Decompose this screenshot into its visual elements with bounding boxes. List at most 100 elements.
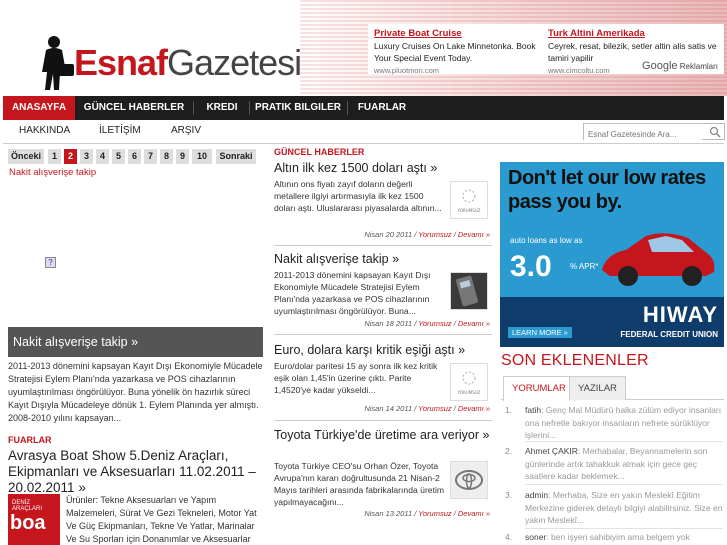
featured-link[interactable]: Nakit alışverişe takip: [9, 167, 96, 178]
pagination-page[interactable]: 6: [128, 149, 141, 164]
subnav-item-hakkinda[interactable]: HAKKINDA: [19, 125, 70, 136]
pagination-page[interactable]: 10: [192, 149, 212, 164]
search-input[interactable]: [584, 127, 702, 142]
article-date: Nisan 14 2011: [364, 404, 413, 413]
site-logo[interactable]: EsnafGazetesi: [22, 30, 302, 94]
comment-author[interactable]: soner: [525, 532, 546, 542]
comment-item: 2. Ahmet ÇAKIR: Merhabalar, Beyannameler…: [505, 445, 723, 483]
nav-item-guncel-haberler[interactable]: GÜNCEL HABERLER: [81, 96, 187, 120]
broken-image-icon: ?: [45, 257, 56, 268]
post-title[interactable]: Avrasya Boat Show 5.Deniz Araçları, Ekip…: [8, 448, 266, 496]
ad-item[interactable]: Private Boat Cruise Luxury Cruises On La…: [374, 28, 544, 77]
featured-title[interactable]: Nakit alışverişe takip »: [8, 327, 263, 357]
pagination-page[interactable]: 4: [96, 149, 109, 164]
article-thumbnail[interactable]: YORUMSUZ: [450, 363, 488, 401]
man-with-bag-icon: [42, 36, 74, 90]
divider: [525, 441, 723, 442]
recent-heading: SON EKLENENLER: [501, 352, 649, 369]
comment-text[interactable]: : Genç Mal Müdürü halka zülüm ediyor ins…: [525, 405, 721, 440]
read-more-link[interactable]: Devamı »: [458, 230, 490, 239]
comment-author[interactable]: admin: [525, 490, 548, 500]
comments-link[interactable]: Yorumsuz: [418, 230, 451, 239]
subnav-item-iletisim[interactable]: İLETİŞİM: [99, 125, 141, 136]
post-excerpt: Ürünler: Tekne Aksesuarları ve Yapım Mal…: [66, 495, 257, 544]
search-icon[interactable]: [709, 126, 721, 138]
site-header: EsnafGazetesi Private Boat Cruise Luxury…: [0, 0, 727, 96]
article-thumbnail[interactable]: [450, 272, 488, 310]
tab-yazilar[interactable]: YAZILAR: [569, 376, 626, 400]
logo-gazetesi: Gazetesi: [167, 42, 302, 83]
thumbnail-caption: DENİZ ARAÇLARI: [12, 500, 43, 512]
divider: [274, 334, 492, 335]
article-excerpt: Altının ons fiyatı zayıf doların değerli…: [274, 179, 442, 213]
read-more-link[interactable]: Devamı »: [458, 509, 490, 518]
comment-text[interactable]: : Merhaba, Size en yakın Meslekî Eğitim …: [525, 490, 722, 525]
pagination-page[interactable]: 8: [160, 149, 173, 164]
ad-title[interactable]: Private Boat Cruise: [374, 28, 544, 40]
article-title[interactable]: Euro, dolara karşı kritik eşiği aştı »: [274, 343, 492, 358]
google-ads-box: Private Boat Cruise Luxury Cruises On La…: [368, 24, 724, 77]
pagination-page[interactable]: 9: [176, 149, 189, 164]
category-label-guncel-haberler[interactable]: GÜNCEL HABERLER: [274, 147, 364, 157]
category-label-fuarlar[interactable]: FUARLAR: [8, 435, 52, 445]
thumbnail-caption: YORUMSUZ: [457, 208, 481, 213]
banner-apr: % APR*: [570, 262, 599, 271]
subnav-item-arsiv[interactable]: ARŞIV: [171, 125, 201, 136]
secondary-nav: HAKKINDA İLETİŞİM ARŞIV: [3, 120, 725, 144]
pagination-page[interactable]: 1: [48, 149, 61, 164]
recent-tabs: YORUMLAR YAZILAR: [501, 376, 724, 401]
article-meta: Nisan 20 2011 / Yorumsuz / Devamı »: [364, 230, 490, 239]
advertisement-banner[interactable]: Don't let our low rates pass you by. aut…: [500, 162, 724, 347]
ad-title[interactable]: Turk Altini Amerikada: [548, 28, 724, 40]
divider: [525, 528, 723, 529]
banner-brand-sub: FEDERAL CREDIT UNION: [620, 330, 718, 339]
article-thumbnail[interactable]: YORUMSUZ: [450, 181, 488, 219]
pagination-page[interactable]: 7: [144, 149, 157, 164]
ad-url[interactable]: www.cimcoltu.com: [548, 66, 610, 75]
nav-divider: [193, 101, 194, 115]
article-date: Nisan 13 2011: [364, 509, 413, 518]
article-title[interactable]: Toyota Türkiye'de üretime ara veriyor »: [274, 428, 492, 443]
google-ads-label[interactable]: Google Reklamları: [642, 60, 718, 72]
ad-text: Luxury Cruises On Lake Minnetonka. Book …: [374, 41, 536, 63]
tab-yorumlar[interactable]: YORUMLAR: [503, 376, 575, 401]
comment-author[interactable]: Ahmet ÇAKIR: [525, 446, 578, 456]
comment-number: 4.: [505, 532, 513, 542]
divider: [274, 420, 492, 421]
article-item: Toyota Türkiye'de üretime ara veriyor » …: [274, 428, 492, 545]
comment-number: 2.: [505, 446, 513, 456]
boat-show-thumbnail[interactable]: DENİZ ARAÇLARI boa: [8, 494, 60, 545]
read-more-link[interactable]: Devamı »: [458, 404, 490, 413]
article-title[interactable]: Altın ilk kez 1500 doları aştı »: [274, 161, 492, 176]
nav-item-anasayfa[interactable]: ANASAYFA: [3, 96, 75, 120]
comments-link[interactable]: Yorumsuz: [418, 319, 451, 328]
comment-item: 3. admin: Merhaba, Size en yakın Meslekî…: [505, 489, 723, 529]
article-excerpt: Euro/dolar paritesi 15 ay sonra ilk kez …: [274, 361, 438, 395]
pagination-next[interactable]: Sonraki: [216, 149, 256, 164]
comment-text[interactable]: : ben işyeri sahibiyim ama belgem yok: [546, 532, 690, 542]
article-date: Nisan 20 2011: [364, 230, 413, 239]
read-more-link[interactable]: Devamı »: [458, 319, 490, 328]
pagination-page[interactable]: 3: [80, 149, 93, 164]
learn-more-button[interactable]: LEARN MORE »: [508, 327, 572, 338]
pagination-page-current[interactable]: 2: [64, 149, 77, 164]
google-logo: Google: [642, 60, 678, 72]
banner-headline: Don't let our low rates pass you by.: [508, 167, 706, 213]
thumbnail-label: boa: [10, 512, 46, 534]
nav-item-kredi[interactable]: KREDI: [199, 96, 245, 120]
pagination-page[interactable]: 5: [112, 149, 125, 164]
article-title[interactable]: Nakit alışverişe takip »: [274, 252, 492, 267]
pagination-prev[interactable]: Önceki: [8, 149, 44, 164]
article-thumbnail[interactable]: [450, 461, 488, 499]
article-item: Nakit alışverişe takip » 2011-2013 dönem…: [274, 252, 492, 332]
comment-item: 4. soner: ben işyeri sahibiyim ama belge…: [505, 531, 723, 545]
nav-divider: [347, 101, 348, 115]
nav-item-pratik-bilgiler[interactable]: PRATIK BILGILER: [253, 96, 343, 120]
nav-item-fuarlar[interactable]: FUARLAR: [353, 96, 411, 120]
no-comment-icon: YORUMSUZ: [457, 371, 481, 395]
article-excerpt: 2011-2013 dönemini kapsayan Kayıt Dışı E…: [274, 270, 431, 316]
ad-url[interactable]: www.pluotmon.com: [374, 66, 439, 75]
comments-link[interactable]: Yorumsuz: [418, 404, 451, 413]
comments-link[interactable]: Yorumsuz: [418, 509, 451, 518]
comment-author[interactable]: fatih: [525, 405, 541, 415]
